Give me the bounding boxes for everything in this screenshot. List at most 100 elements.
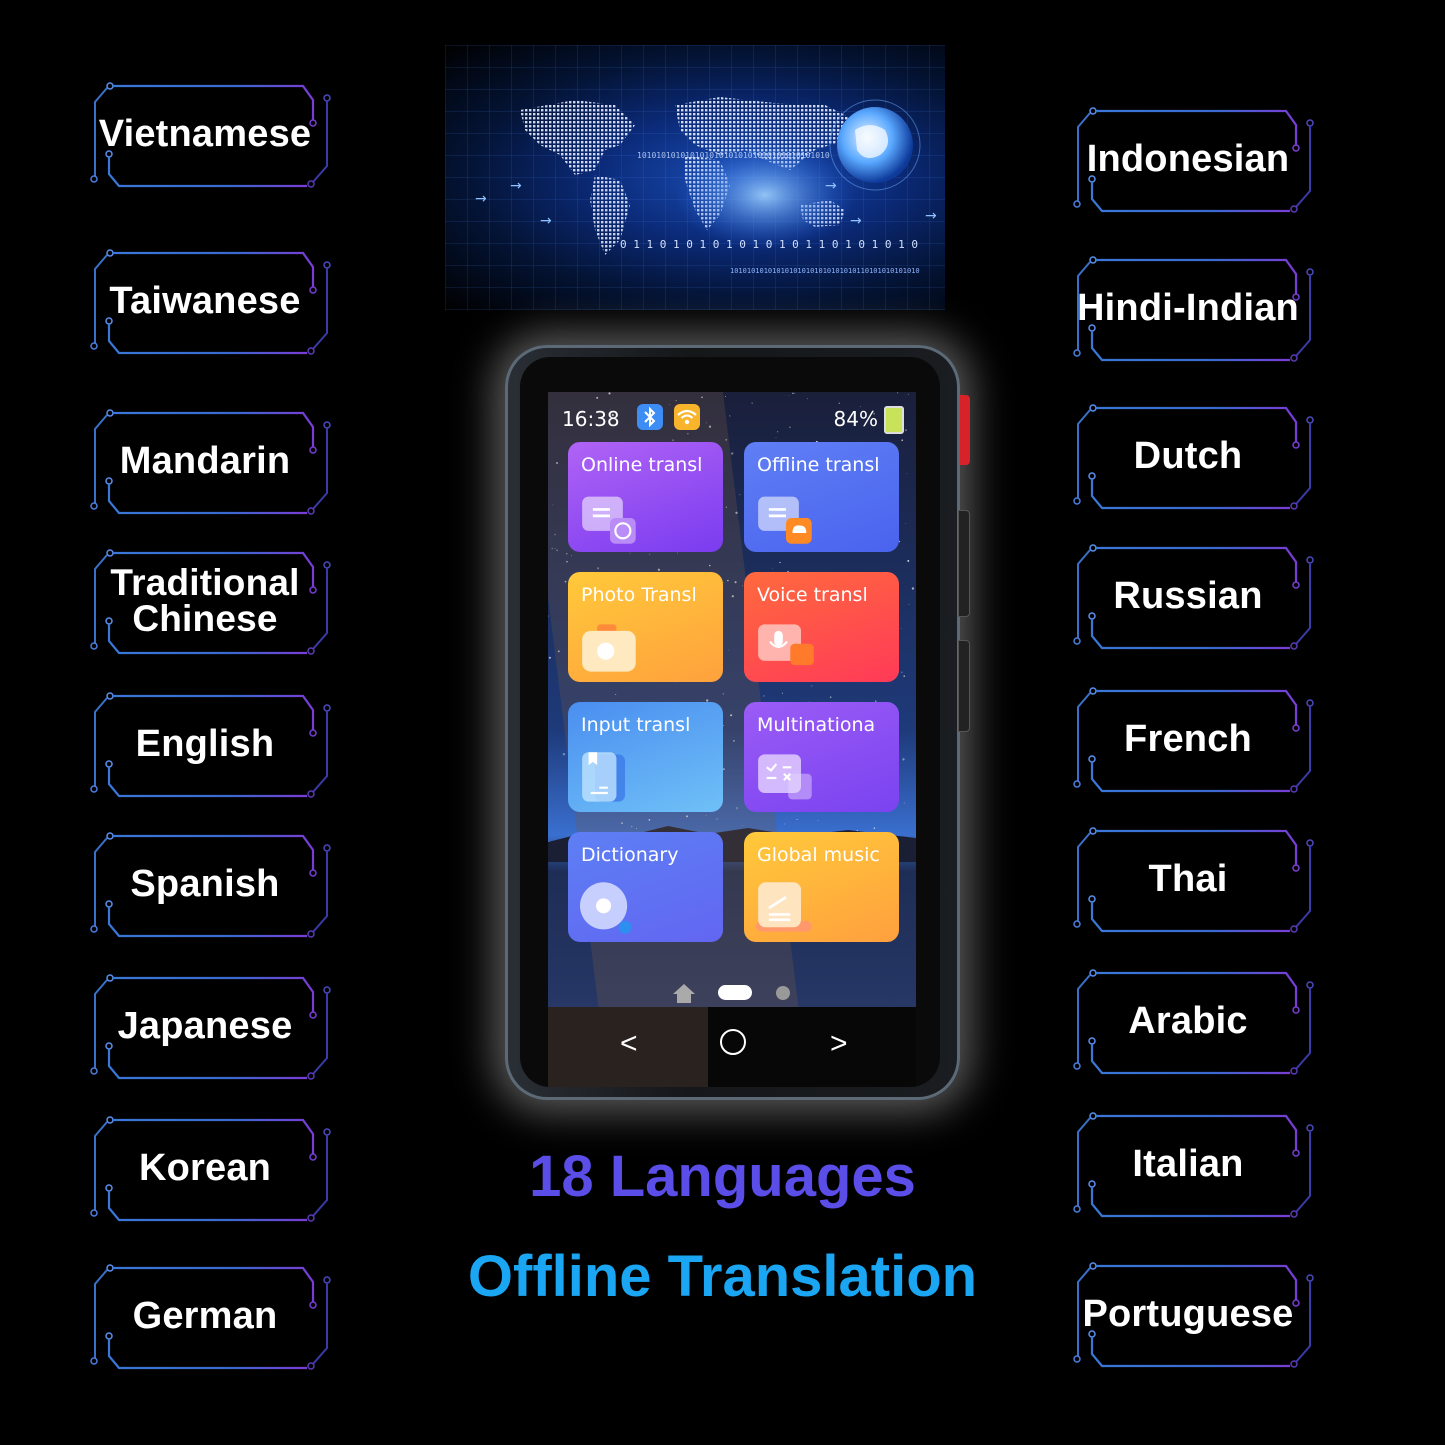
- left-language-frame: Traditional Chinese: [85, 545, 331, 657]
- language-label: Taiwanese: [109, 280, 301, 322]
- battery-percent: 84%: [833, 407, 878, 431]
- app-tile-label: Multinationa: [757, 714, 876, 736]
- star: [562, 753, 566, 756]
- microphone-icon: [758, 624, 814, 666]
- language-label: Japanese: [117, 1005, 293, 1047]
- app-tile-label: Photo Transl: [581, 584, 697, 606]
- svg-text:→: →: [510, 178, 522, 194]
- star: [548, 615, 549, 617]
- left-language-frame: Mandarin: [85, 405, 331, 517]
- star: [763, 695, 765, 697]
- left-language-frame: Taiwanese: [85, 245, 331, 357]
- star: [903, 675, 905, 677]
- right-language-frame: Arabic: [1068, 965, 1314, 1077]
- forward-button[interactable]: >: [830, 1027, 848, 1061]
- music-note-icon: [756, 882, 812, 932]
- star: [898, 540, 901, 543]
- language-label: Russian: [1113, 575, 1263, 617]
- star: [806, 398, 808, 400]
- home-button[interactable]: [720, 1029, 746, 1055]
- star: [731, 452, 734, 455]
- star: [900, 628, 902, 629]
- back-button[interactable]: <: [620, 1027, 638, 1061]
- language-label: Dutch: [1133, 435, 1243, 477]
- star: [897, 392, 899, 394]
- language-label: French: [1124, 718, 1252, 760]
- right-language-frame: Dutch: [1068, 400, 1314, 512]
- bluetooth-icon: [637, 404, 663, 430]
- page-dot[interactable]: [776, 986, 790, 1000]
- star: [906, 473, 908, 475]
- star: [772, 568, 773, 570]
- right-language-frame: Indonesian: [1068, 103, 1314, 215]
- right-language-frame: French: [1068, 683, 1314, 795]
- app-tile-label: Online transl: [581, 454, 703, 476]
- battery-icon: [884, 406, 904, 434]
- svg-text:→: →: [475, 191, 487, 207]
- dictionary-search-icon: [580, 882, 632, 934]
- app-tile-label: Voice transl: [757, 584, 868, 606]
- left-language-frame: Japanese: [85, 970, 331, 1082]
- right-language-frame: Russian: [1068, 540, 1314, 652]
- page-dot-active[interactable]: [718, 985, 752, 1000]
- app-tile-label: Offline transl: [757, 454, 880, 476]
- app-tile-multinationa[interactable]: Multinationa: [744, 702, 899, 812]
- app-tile-offline-transl[interactable]: Offline transl: [744, 442, 899, 552]
- home-screen: 16:38 84% Online transl Offline transl P…: [548, 392, 916, 1007]
- volume-up-button[interactable]: [958, 510, 970, 617]
- app-tile-voice-transl[interactable]: Voice transl: [744, 572, 899, 682]
- app-tile-online-transl[interactable]: Online transl: [568, 442, 723, 552]
- translator-device: 16:38 84% Online transl Offline transl P…: [505, 345, 970, 1100]
- language-label: Hindi-Indian: [1077, 287, 1299, 329]
- binary-text-3: 1010101010101010101010101010101101010101…: [730, 267, 920, 275]
- clock: 16:38: [562, 407, 620, 431]
- star: [901, 671, 903, 673]
- left-language-frame: Vietnamese: [85, 78, 331, 190]
- navigation-bar: < >: [548, 1007, 916, 1087]
- binary-text-1: 1010101010101010101010101010101010101010: [637, 151, 830, 160]
- star: [724, 395, 726, 397]
- app-tile-photo-transl[interactable]: Photo Transl: [568, 572, 723, 682]
- star: [781, 692, 783, 694]
- status-bar: 16:38 84%: [562, 402, 908, 434]
- star: [548, 656, 551, 659]
- language-label: Thai: [1148, 858, 1228, 900]
- star: [775, 437, 777, 439]
- app-tile-global-music[interactable]: Global music: [744, 832, 899, 942]
- world-map-banner: → → → → → → 10101010101010101010101010101010…: [445, 45, 945, 310]
- star: [793, 392, 795, 394]
- book-icon: [582, 752, 625, 802]
- binary-text-2: 0 1 1 0 1 0 1 0 1 0 1 0 1 0 1 1 0 1 0 1 …: [620, 238, 919, 251]
- star: [829, 696, 832, 698]
- side-button-red[interactable]: [960, 395, 970, 465]
- svg-text:→: →: [850, 213, 862, 229]
- star: [811, 685, 813, 687]
- app-tile-input-transl[interactable]: Input transl: [568, 702, 723, 812]
- star: [796, 819, 798, 820]
- volume-down-button[interactable]: [958, 640, 970, 732]
- right-language-frame: Hindi-Indian: [1068, 252, 1314, 364]
- star: [788, 395, 790, 396]
- language-label: English: [135, 723, 275, 765]
- svg-text:→: →: [540, 213, 552, 229]
- star: [817, 820, 819, 821]
- language-label: Indonesian: [1086, 138, 1290, 180]
- language-label: Vietnamese: [98, 113, 312, 155]
- star: [907, 394, 909, 395]
- star: [911, 587, 915, 590]
- right-language-frame: Thai: [1068, 823, 1314, 935]
- home-page-icon[interactable]: [672, 982, 696, 1004]
- svg-text:→: →: [825, 178, 837, 194]
- language-label: Arabic: [1128, 1000, 1248, 1042]
- offline-translate-icon: [758, 496, 812, 544]
- star: [903, 802, 905, 804]
- language-label: Traditional Chinese: [110, 562, 300, 639]
- languages-count-heading: 18 Languages: [529, 1144, 916, 1209]
- offline-translation-heading: Offline Translation: [467, 1244, 978, 1309]
- language-label: Spanish: [130, 863, 280, 905]
- camera-icon: [582, 624, 636, 672]
- app-tile-label: Dictionary: [581, 844, 679, 866]
- app-tile-dictionary[interactable]: Dictionary: [568, 832, 723, 942]
- star: [779, 561, 781, 564]
- multinational-chat-icon: [758, 754, 812, 800]
